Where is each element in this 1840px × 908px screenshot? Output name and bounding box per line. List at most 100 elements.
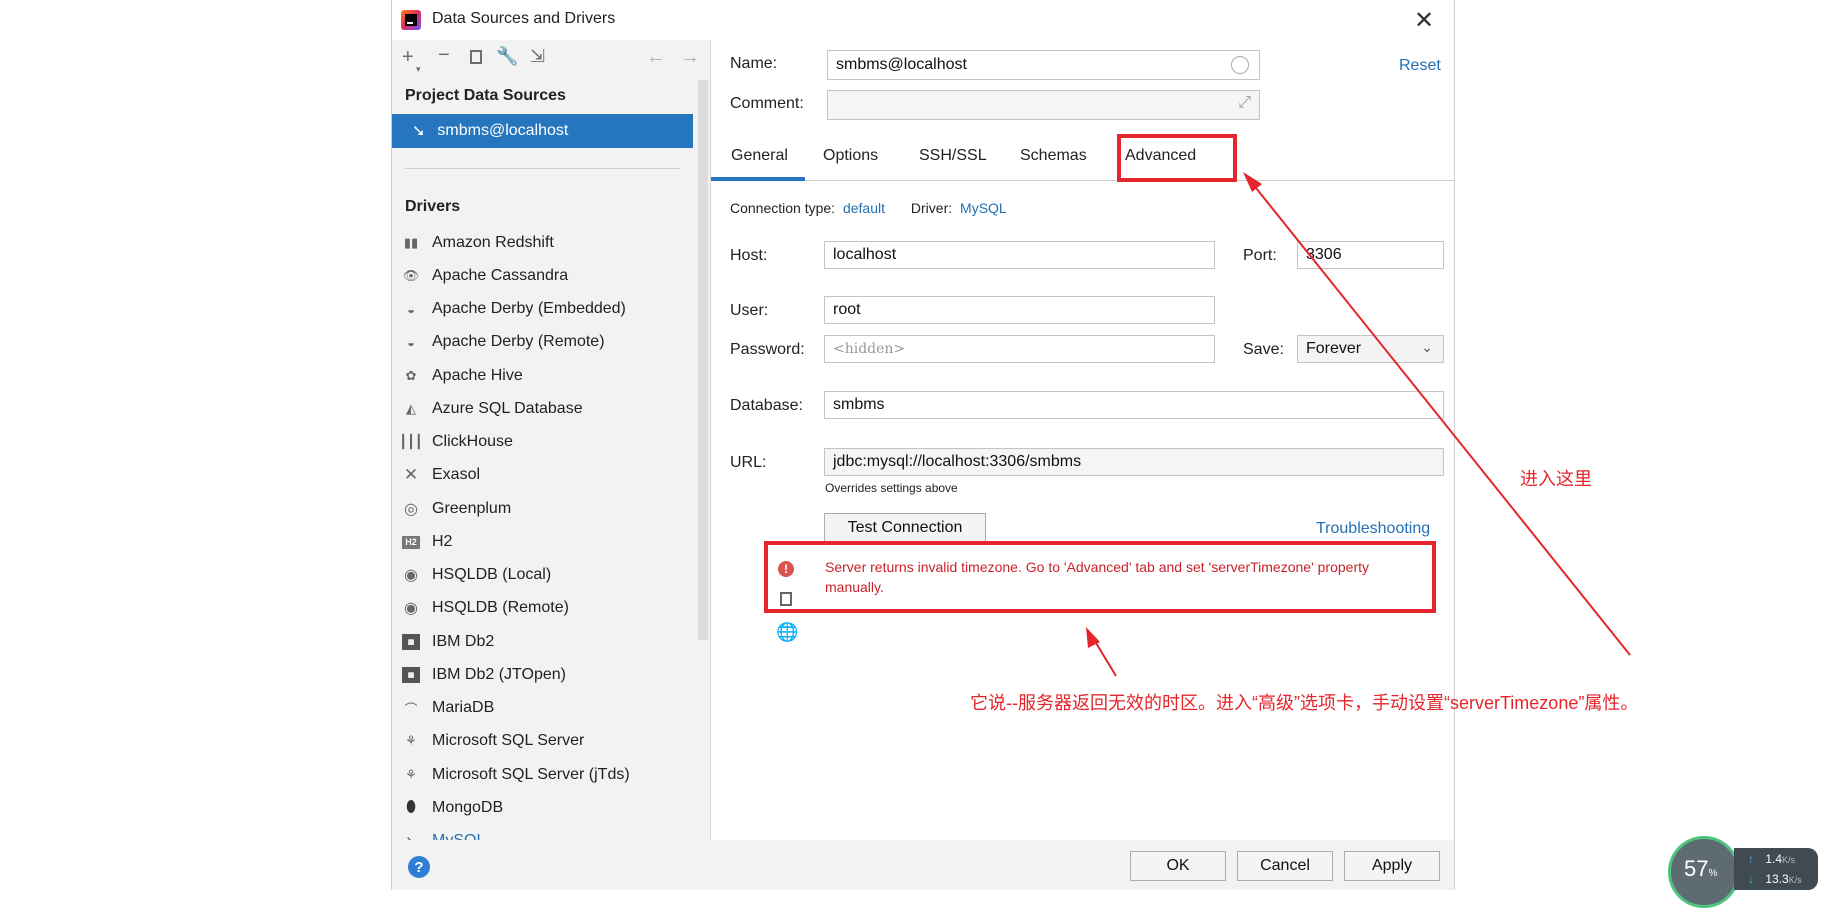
driver-item[interactable]: ▦ IBM Db2 (402, 629, 682, 655)
mysql-dolphin-icon: ➘ (402, 832, 420, 840)
window-title: Data Sources and Drivers (432, 10, 616, 27)
driver-item[interactable]: ▦ IBM Db2 (JTOpen) (402, 662, 682, 688)
add-icon[interactable]: + (402, 46, 414, 69)
tabs-underline (711, 180, 1454, 181)
upload-speed: ↑ 1.4K/s (1748, 852, 1796, 866)
user-input[interactable]: root (824, 296, 1215, 324)
project-data-sources-heading: Project Data Sources (405, 87, 566, 104)
forward-arrow-icon[interactable]: → (680, 46, 700, 69)
driver-link[interactable]: MySQL (960, 200, 1007, 216)
driver-item[interactable]: ⌒ MariaDB (402, 695, 682, 721)
driver-item[interactable]: H2 H2 (402, 529, 682, 555)
derby-hat-icon: ◒ (407, 301, 415, 317)
wrench-icon[interactable]: 🔧 (496, 46, 518, 67)
divider (405, 168, 680, 169)
sql-server-icon: ⚘ (405, 767, 417, 782)
driver-item[interactable]: ┃┃┃ ClickHouse (399, 429, 682, 455)
h2-icon: H2 (402, 535, 420, 549)
connection-type-row: Connection type: default Driver: MySQL (730, 200, 1007, 216)
connection-type-link[interactable]: default (843, 200, 885, 216)
greenplum-circle-icon: ◎ (404, 501, 418, 518)
driver-item[interactable]: ◎ Greenplum (402, 496, 682, 522)
user-label: User: (730, 302, 769, 319)
comment-input[interactable]: ⤢ (827, 90, 1260, 120)
port-label: Port: (1243, 247, 1277, 264)
driver-item[interactable]: ▮▮ Amazon Redshift (402, 230, 682, 256)
driver-item[interactable]: ⬮ MongoDB (402, 795, 682, 821)
mysql-dolphin-icon: ➘ (412, 123, 426, 140)
annotation-explanation: 它说--服务器返回无效的时区。进入“高级”选项卡，手动设置“serverTime… (970, 693, 1639, 713)
reset-link[interactable]: Reset (1399, 57, 1441, 75)
tab-schemas[interactable]: Schemas (1020, 147, 1087, 165)
left-scrollbar[interactable] (698, 80, 708, 640)
driver-item[interactable]: 👁 Apache Cassandra (402, 263, 682, 289)
globe-icon[interactable]: 🌐 (776, 622, 798, 643)
driver-item[interactable]: ✕ Exasol (402, 462, 682, 488)
tab-options[interactable]: Options (823, 147, 878, 165)
password-input[interactable]: <hidden> (824, 335, 1215, 363)
close-icon[interactable]: ✕ (1414, 6, 1434, 35)
advanced-tab-highlight (1117, 134, 1237, 182)
tab-ssh-ssl[interactable]: SSH/SSL (919, 147, 987, 165)
driver-item[interactable]: ⚘ Microsoft SQL Server (402, 728, 682, 754)
url-label: URL: (730, 454, 767, 471)
data-sources-dialog: Data Sources and Drivers ✕ + ▾ − 🔧 ⇲ ← →… (391, 0, 1455, 890)
duplicate-icon[interactable] (470, 50, 482, 64)
url-input[interactable]: jdbc:mysql://localhost:3306/smbms (824, 448, 1444, 476)
driver-item[interactable]: ✿ Apache Hive (402, 363, 682, 389)
upload-arrow-icon: ↑ (1748, 852, 1754, 866)
drivers-heading: Drivers (405, 198, 461, 215)
hsqldb-icon: ◉ (404, 600, 418, 617)
database-input[interactable]: smbms (824, 391, 1444, 419)
expand-icon[interactable]: ⤢ (1238, 94, 1251, 112)
cpu-percent: 57% (1684, 856, 1718, 881)
cassandra-eye-icon: 👁 (402, 268, 420, 283)
database-label: Database: (730, 397, 803, 414)
app-logo-icon (401, 10, 421, 30)
sql-server-icon: ⚘ (405, 733, 417, 748)
clickhouse-bars-icon: ┃┃┃ (399, 434, 423, 449)
import-icon[interactable]: ⇲ (530, 46, 545, 67)
drivers-list: ▮▮ Amazon Redshift 👁 Apache Cassandra ◒ Apa… (392, 220, 692, 840)
driver-item[interactable]: ⚘ Microsoft SQL Server (jTds) (402, 762, 682, 788)
annotation-enter-here: 进入这里 (1520, 469, 1592, 489)
save-label: Save: (1243, 341, 1284, 358)
test-connection-button[interactable]: Test Connection (824, 513, 986, 543)
driver-item[interactable]: ◭ Azure SQL Database (402, 396, 682, 422)
url-hint: Overrides settings above (825, 481, 958, 495)
back-arrow-icon[interactable]: ← (646, 46, 666, 69)
data-source-item-selected[interactable]: ➘ smbms@localhost (392, 114, 693, 148)
driver-item[interactable]: ◒ Apache Derby (Embedded) (402, 296, 682, 322)
tab-general[interactable]: General (731, 147, 788, 165)
host-input[interactable]: localhost (824, 241, 1215, 269)
left-panel: + ▾ − 🔧 ⇲ ← → Project Data Sources ➘ smb… (392, 40, 711, 840)
cancel-button[interactable]: Cancel (1237, 851, 1333, 881)
ok-button[interactable]: OK (1130, 851, 1226, 881)
driver-item[interactable]: ◉ HSQLDB (Remote) (402, 595, 682, 621)
exasol-x-icon: ✕ (403, 465, 419, 484)
save-select[interactable]: Forever ⌄ (1297, 335, 1444, 363)
error-highlight (764, 541, 1436, 613)
troubleshooting-link[interactable]: Troubleshooting (1316, 520, 1430, 538)
help-icon[interactable]: ? (408, 856, 430, 878)
driver-item[interactable]: ◉ HSQLDB (Local) (402, 562, 682, 588)
hive-bee-icon: ✿ (405, 368, 417, 383)
color-circle-icon[interactable] (1231, 56, 1249, 74)
tab-general-indicator (711, 177, 805, 181)
title-bar: Data Sources and Drivers ✕ (392, 0, 1454, 40)
driver-item[interactable]: ➘MySQL (402, 828, 682, 840)
chevron-down-icon: ⌄ (1421, 339, 1433, 355)
driver-item[interactable]: ◒ Apache Derby (Remote) (402, 329, 682, 355)
name-label: Name: (730, 55, 778, 72)
host-label: Host: (730, 247, 768, 264)
ibm-db2-icon: ▦ (402, 634, 420, 650)
azure-icon: ◭ (406, 401, 416, 416)
network-speed-widget: 57% ↑ 1.4K/s ↓ 13.3K/s (1668, 836, 1818, 908)
name-input[interactable]: smbms@localhost (827, 50, 1260, 80)
apply-button[interactable]: Apply (1344, 851, 1440, 881)
comment-label: Comment: (730, 95, 804, 112)
amazon-redshift-icon: ▮▮ (403, 235, 419, 250)
mariadb-seal-icon: ⌒ (404, 701, 418, 717)
remove-icon[interactable]: − (438, 44, 450, 67)
port-input[interactable]: 3306 (1297, 241, 1444, 269)
